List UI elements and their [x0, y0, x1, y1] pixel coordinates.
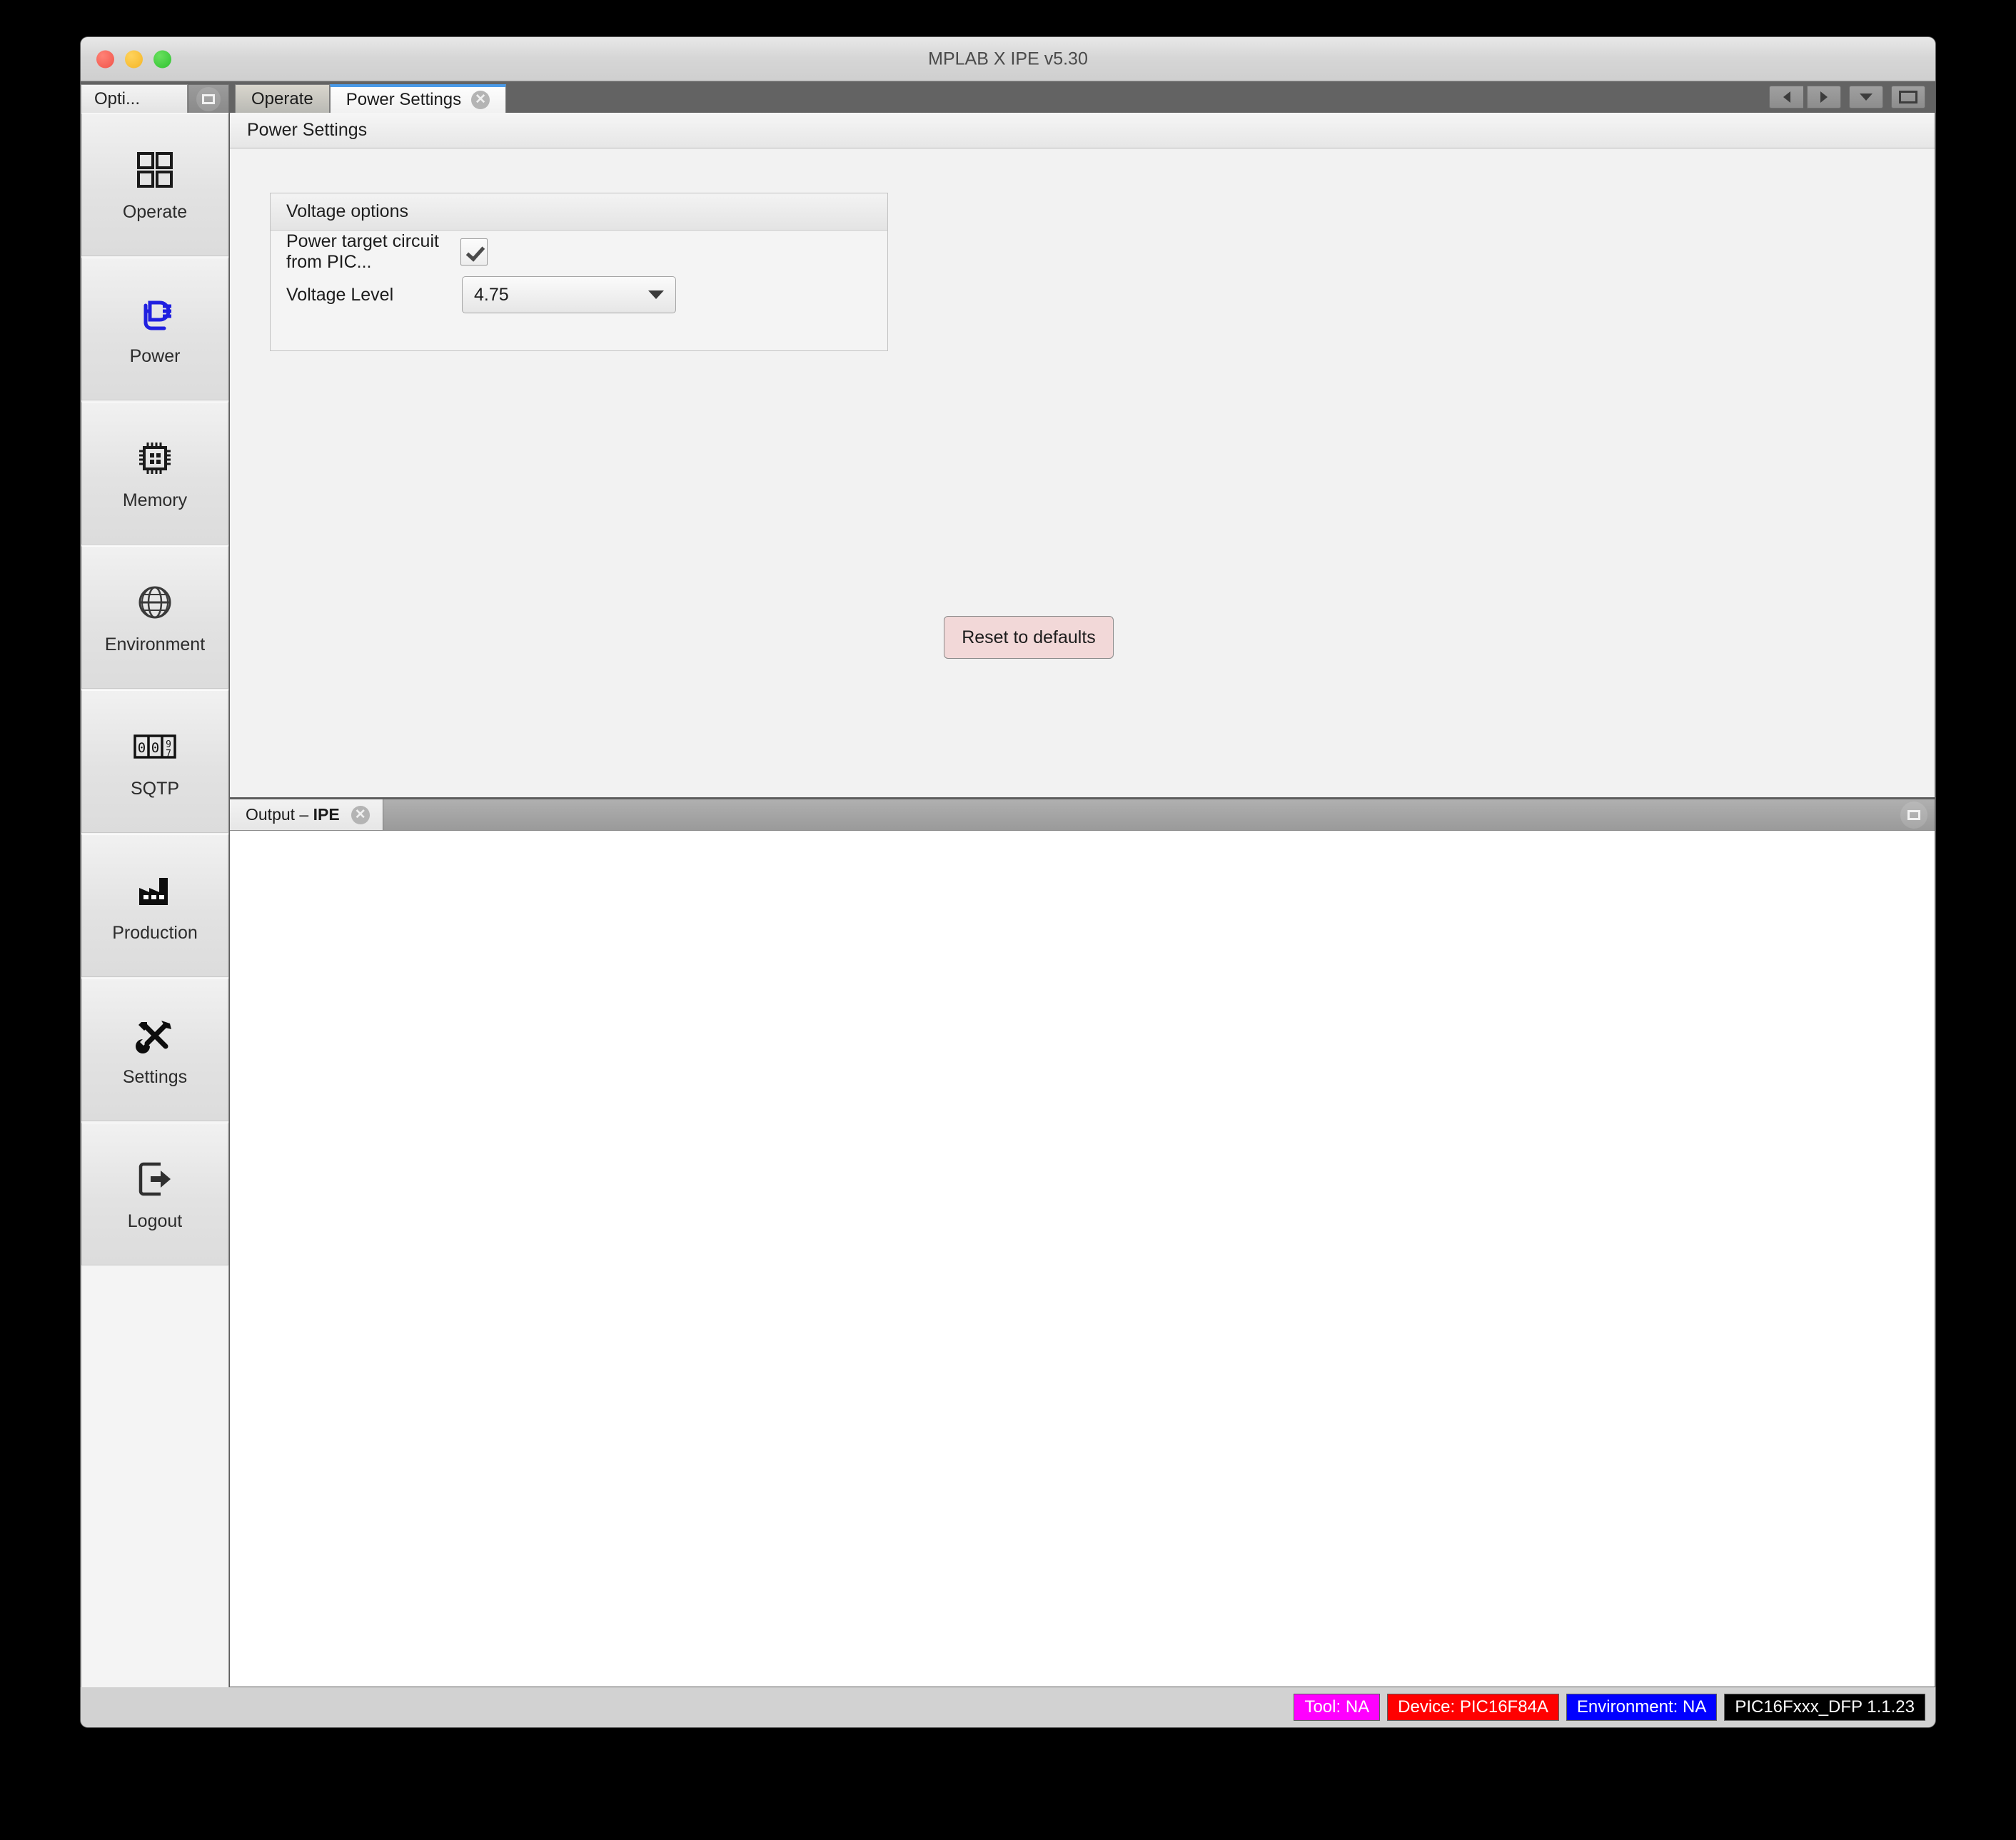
maximize-window-button[interactable] — [1891, 86, 1925, 108]
sidebar-item-settings-label: Settings — [122, 1066, 188, 1087]
tab-operate-label: Operate — [251, 89, 313, 108]
tab-options[interactable]: Opti... — [81, 84, 188, 113]
left-panel-tabs: Opti... — [81, 81, 229, 113]
sidebar-empty-space — [81, 1267, 228, 1687]
status-bar: Tool: NA Device: PIC16F84A Environment: … — [81, 1687, 1935, 1727]
sidebar-item-environment[interactable]: Environment — [81, 546, 228, 689]
serial-number-icon: 0 0 9 7 — [132, 724, 178, 769]
svg-text:0: 0 — [138, 740, 146, 756]
window-restore-icon — [196, 86, 221, 111]
logout-arrow-icon — [136, 1157, 173, 1201]
window-title: MPLAB X IPE v5.30 — [928, 49, 1088, 69]
editor-canvas: Voltage options Power target circuit fro… — [230, 148, 1935, 797]
tab-list-dropdown-button[interactable] — [1849, 86, 1883, 108]
page-title: Power Settings — [230, 113, 1935, 148]
triangle-down-icon — [1860, 93, 1873, 101]
sidebar-item-memory[interactable]: Memory — [81, 402, 228, 545]
output-content[interactable] — [230, 831, 1935, 1687]
triangle-right-icon — [1820, 91, 1828, 103]
output-window: Output – IPE ✕ — [229, 798, 1935, 1687]
editor-tabs: Operate Power Settings ✕ — [235, 81, 507, 113]
reset-to-defaults-button[interactable]: Reset to defaults — [944, 616, 1114, 659]
voltage-level-value: 4.75 — [474, 284, 509, 305]
output-maximize-button[interactable] — [1900, 802, 1927, 829]
window-maximize-icon — [1899, 91, 1917, 103]
status-badge-environment: Environment: NA — [1566, 1694, 1718, 1721]
sidebar-item-power-label: Power — [129, 345, 181, 366]
factory-icon — [135, 869, 175, 913]
left-panel-minimize-button[interactable] — [188, 84, 229, 113]
power-target-label: Power target circuit from PIC... — [286, 231, 439, 272]
svg-text:7: 7 — [166, 749, 171, 759]
svg-text:0: 0 — [151, 740, 159, 756]
window-body: Operate Power Memory Environment 0 0 9 7… — [81, 113, 1935, 1687]
output-tab-bar: Output – IPE ✕ — [230, 799, 1935, 831]
status-badge-tool: Tool: NA — [1294, 1694, 1381, 1721]
scroll-tabs-left-button[interactable] — [1769, 86, 1803, 108]
tools-icon — [134, 1013, 176, 1057]
sidebar-item-logout-label: Logout — [127, 1210, 183, 1231]
sidebar-item-sqtp[interactable]: 0 0 9 7 SQTP — [81, 690, 228, 833]
output-tab-label: Output – IPE — [246, 805, 340, 824]
checkmark-icon — [466, 244, 482, 260]
tab-operate[interactable]: Operate — [235, 84, 330, 113]
chevron-down-icon — [648, 290, 664, 299]
power-target-checkbox[interactable] — [460, 238, 488, 266]
tab-toolbar — [1769, 86, 1925, 108]
sidebar-item-memory-label: Memory — [122, 490, 188, 510]
power-settings-editor: Power Settings Voltage options Power tar… — [229, 113, 1935, 798]
power-target-row: Power target circuit from PIC... — [271, 231, 887, 273]
sidebar-item-environment-label: Environment — [104, 634, 206, 654]
grid-squares-icon — [136, 148, 174, 192]
tab-strip: Opti... Operate Power Settings ✕ — [81, 81, 1935, 113]
sidebar-item-logout[interactable]: Logout — [81, 1123, 228, 1265]
tab-power-settings[interactable]: Power Settings ✕ — [329, 84, 507, 113]
main-area: Power Settings Voltage options Power tar… — [229, 113, 1935, 1687]
triangle-left-icon — [1783, 91, 1790, 103]
sidebar-item-operate-label: Operate — [122, 201, 188, 222]
window-restore-icon — [1907, 810, 1920, 820]
status-badge-dfp: PIC16Fxxx_DFP 1.1.23 — [1724, 1694, 1925, 1721]
close-icon[interactable]: ✕ — [471, 91, 490, 109]
sidebar-item-production[interactable]: Production — [81, 834, 228, 977]
voltage-options-group: Voltage options Power target circuit fro… — [270, 193, 888, 351]
application-window: MPLAB X IPE v5.30 Opti... Operate Power … — [81, 37, 1935, 1727]
power-plug-icon — [134, 292, 176, 336]
voltage-level-label: Voltage Level — [286, 284, 394, 305]
sidebar-item-operate[interactable]: Operate — [81, 113, 228, 256]
sidebar: Operate Power Memory Environment 0 0 9 7… — [81, 113, 229, 1687]
sidebar-item-settings[interactable]: Settings — [81, 979, 228, 1121]
memory-chip-icon — [135, 436, 175, 480]
title-bar: MPLAB X IPE v5.30 — [81, 37, 1935, 81]
sidebar-item-production-label: Production — [112, 922, 198, 943]
voltage-level-row: Voltage Level 4.75 — [271, 273, 887, 316]
sidebar-item-sqtp-label: SQTP — [130, 778, 180, 799]
voltage-level-select[interactable]: 4.75 — [462, 276, 676, 313]
scroll-tabs-right-button[interactable] — [1807, 86, 1841, 108]
status-badge-device: Device: PIC16F84A — [1387, 1694, 1559, 1721]
close-icon[interactable]: ✕ — [351, 805, 370, 824]
tab-output-ipe[interactable]: Output – IPE ✕ — [230, 799, 383, 830]
globe-icon — [136, 580, 174, 625]
tab-power-settings-label: Power Settings — [346, 90, 462, 109]
voltage-options-title: Voltage options — [271, 193, 887, 231]
sidebar-item-power[interactable]: Power — [81, 258, 228, 400]
